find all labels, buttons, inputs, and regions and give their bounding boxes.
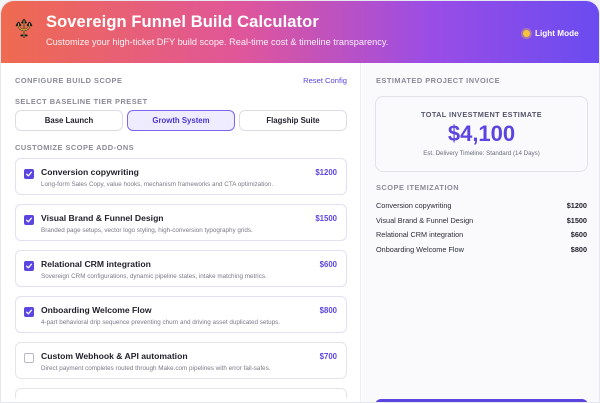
addon-description: Sovereign CRM configurations, dynamic pi… [41,273,267,280]
trident-icon [15,18,33,39]
tier-base-launch-button[interactable]: Base Launch [15,110,123,131]
item-name: Visual Brand & Funnel Design [376,215,474,225]
item-name: Conversion copywriting [376,200,452,210]
addon-description: Branded page setups, vector logo styling… [41,227,253,234]
addon-price: $800 [319,306,337,315]
addon-checkbox[interactable] [24,169,34,179]
config-section-header: CONFIGURE BUILD SCOPE Reset Config [15,76,347,85]
item-name: Onboarding Welcome Flow [376,244,464,254]
reset-config-link[interactable]: Reset Config [303,76,347,85]
page-subtitle: Customize your high-ticket DFY build sco… [46,37,389,47]
addon-checkbox[interactable] [24,261,34,271]
light-mode-toggle[interactable]: Light Mode [523,25,579,41]
addon-name: Onboarding Welcome Flow [41,305,152,315]
addon-card-conversion-copywriting[interactable]: Conversion copywriting Long-form Sales C… [15,158,347,195]
item-price: $1500 [566,215,587,225]
addon-price: $600 [319,260,337,269]
itemization-list: Conversion copywriting $1200 Visual Bran… [376,198,587,257]
light-mode-label: Light Mode [535,28,579,38]
item-price: $600 [570,230,587,240]
item-price: $1200 [566,200,587,210]
sun-icon [523,29,530,37]
addon-name: Custom Webhook & API automation [41,351,188,361]
addon-card-crm-integration[interactable]: Relational CRM integration Sovereign CRM… [15,250,347,287]
addons-label: CUSTOMIZE SCOPE ADD-ONS [15,143,135,152]
page-title: Sovereign Funnel Build Calculator [46,13,319,31]
check-icon [25,217,33,223]
addon-description: 4-part behavioral drip sequence preventi… [41,319,281,326]
addon-price: $700 [319,352,337,361]
itemization-row: Onboarding Welcome Flow $800 [376,242,587,257]
itemization-row: Conversion copywriting $1200 [376,198,587,213]
addon-checkbox[interactable] [24,307,34,317]
app-window: Sovereign Funnel Build Calculator Custom… [0,0,600,403]
itemization-row: Visual Brand & Funnel Design $1500 [376,213,587,228]
addon-checkbox[interactable] [24,353,34,363]
addon-description: Direct payment completes routed through … [41,365,271,372]
cta-button[interactable] [375,399,588,402]
addon-name: Conversion copywriting [41,167,139,177]
total-label: TOTAL INVESTMENT ESTIMATE [421,110,542,119]
item-price: $800 [570,244,587,254]
addon-checkbox[interactable] [24,215,34,225]
check-icon [25,263,33,269]
itemization-title: SCOPE ITEMIZATION [376,183,460,192]
tier-growth-system-button[interactable]: Growth System [127,110,235,131]
addon-card-webhook-api[interactable]: Custom Webhook & API automation Direct p… [15,342,347,379]
tier-preset-group: Base Launch Growth System Flagship Suite [15,110,347,131]
delivery-eta: Est. Delivery Timeline: Standard (14 Day… [423,150,540,157]
item-name: Relational CRM integration [376,230,464,240]
itemization-row: Relational CRM integration $600 [376,227,587,242]
addon-card-partial[interactable] [15,388,347,398]
config-panel: CONFIGURE BUILD SCOPE Reset Config SELEC… [1,63,361,402]
tier-preset-label: SELECT BASELINE TIER PRESET [15,97,148,106]
addon-name: Relational CRM integration [41,259,151,269]
addons-list: Conversion copywriting Long-form Sales C… [15,158,347,398]
addon-card-onboarding-flow[interactable]: Onboarding Welcome Flow 4-part behaviora… [15,296,347,333]
invoice-section-title: ESTIMATED PROJECT INVOICE [376,76,501,85]
addon-description: Long-form Sales Copy, value hooks, mecha… [41,181,274,188]
config-section-title: CONFIGURE BUILD SCOPE [15,76,123,85]
total-amount: $4,100 [447,121,516,146]
addon-name: Visual Brand & Funnel Design [41,213,164,223]
addon-card-visual-brand[interactable]: Visual Brand & Funnel Design Branded pag… [15,204,347,241]
check-icon [25,171,33,177]
tier-flagship-suite-button[interactable]: Flagship Suite [239,110,347,131]
check-icon [25,309,33,315]
total-estimate-card: TOTAL INVESTMENT ESTIMATE $4,100 Est. De… [375,96,588,172]
addon-price: $1200 [315,168,337,177]
invoice-panel: ESTIMATED PROJECT INVOICE TOTAL INVESTME… [362,63,599,402]
header: Sovereign Funnel Build Calculator Custom… [1,1,599,63]
addon-price: $1500 [315,214,337,223]
